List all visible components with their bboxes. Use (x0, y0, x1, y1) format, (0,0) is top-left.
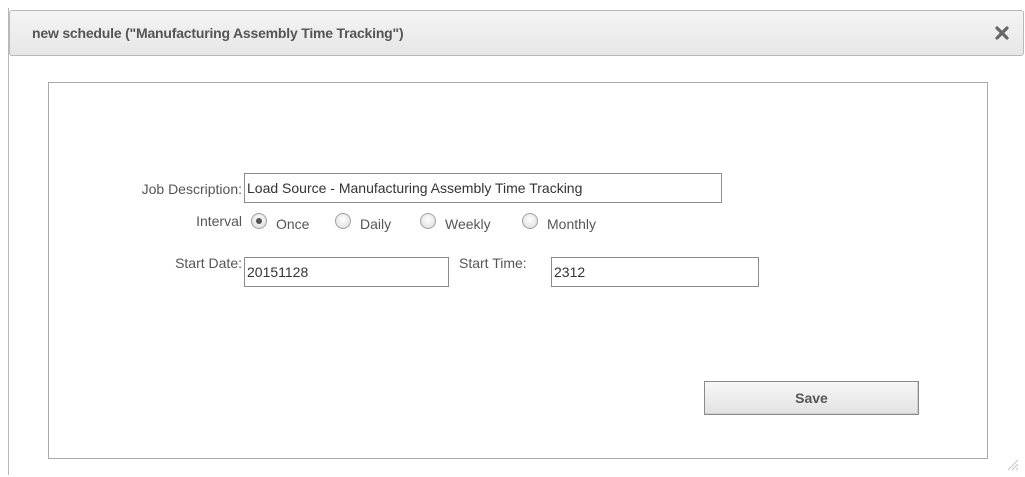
interval-daily-label: Daily (360, 216, 392, 232)
interval-daily-radio[interactable]: Daily (335, 213, 392, 232)
start-time-input[interactable] (551, 257, 759, 287)
close-icon[interactable] (991, 22, 1013, 44)
interval-label: Interval (196, 213, 242, 229)
radio-unselected-icon[interactable] (335, 213, 351, 229)
radio-unselected-icon[interactable] (420, 213, 436, 229)
interval-weekly-label: Weekly (445, 216, 491, 232)
interval-once-radio[interactable]: Once (251, 213, 310, 232)
start-date-label: Start Date: (175, 255, 242, 271)
schedule-dialog: new schedule ("Manufacturing Assembly Ti… (8, 8, 1024, 475)
radio-selected-icon[interactable] (251, 213, 267, 229)
interval-monthly-label: Monthly (547, 216, 597, 232)
interval-monthly-radio[interactable]: Monthly (522, 213, 597, 232)
interval-weekly-radio[interactable]: Weekly (420, 213, 491, 232)
dialog-title: new schedule ("Manufacturing Assembly Ti… (32, 25, 404, 41)
start-time-label: Start Time: (459, 255, 527, 271)
job-description-input[interactable] (244, 173, 722, 203)
job-description-label: Job Description: (141, 181, 242, 197)
radio-unselected-icon[interactable] (522, 213, 538, 229)
schedule-form-panel: Job Description: Interval Once Daily Wee… (48, 82, 988, 459)
save-button[interactable]: Save (704, 381, 919, 415)
dialog-titlebar[interactable]: new schedule ("Manufacturing Assembly Ti… (9, 10, 1024, 56)
interval-once-label: Once (276, 216, 310, 232)
start-date-input[interactable] (244, 257, 449, 287)
resize-handle-icon[interactable] (1005, 457, 1019, 471)
